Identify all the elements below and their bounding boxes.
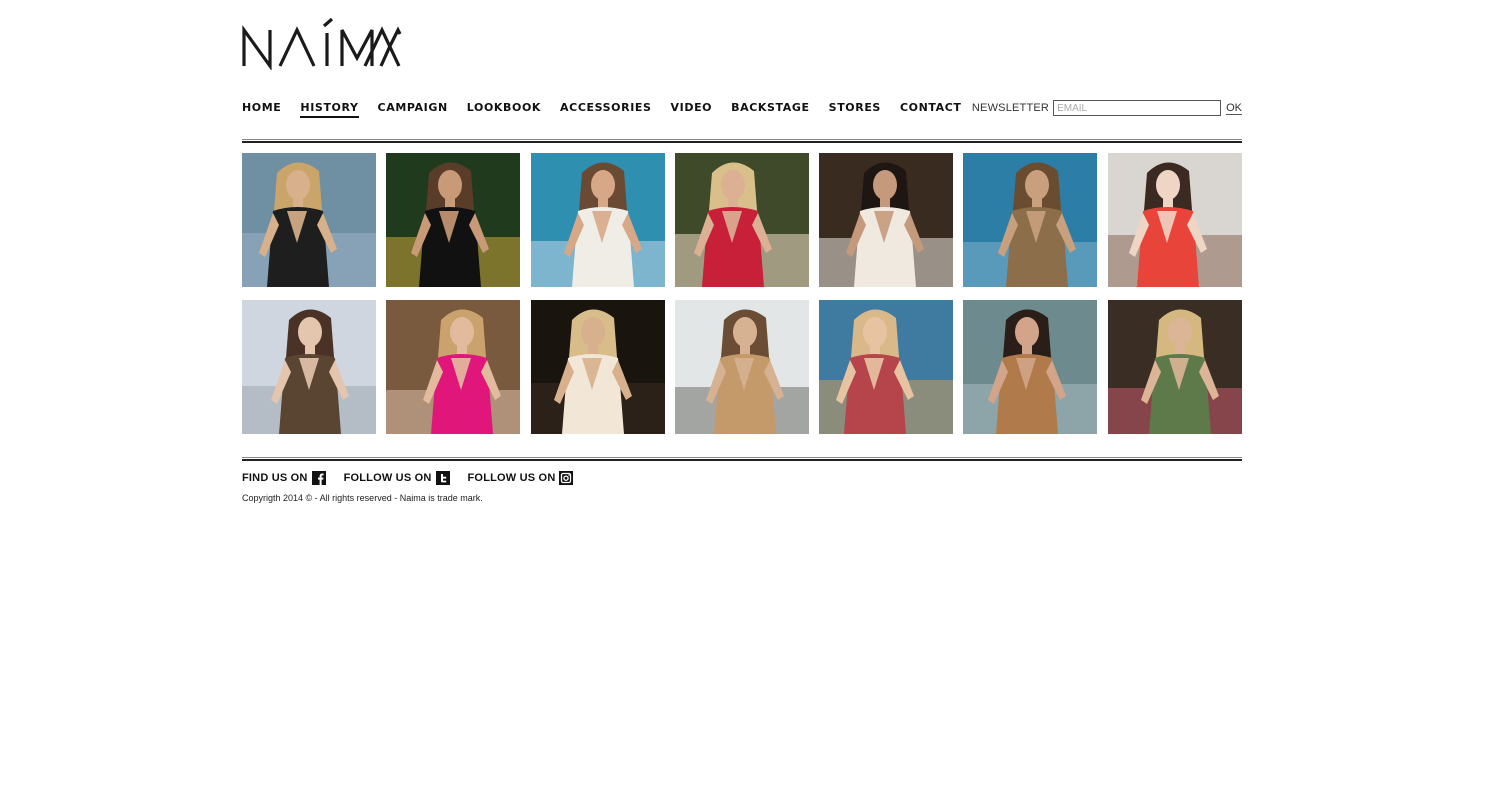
nav-item-lookbook[interactable]: LOOKBOOK — [467, 101, 541, 118]
newsletter-form: NEWSLETTER OK — [972, 100, 1242, 116]
model-photo-image — [1107, 153, 1242, 287]
nav-item-stores[interactable]: STORES — [829, 101, 881, 118]
twitter-link-label: FOLLOW US ON — [343, 472, 432, 484]
copyright-text: Copyrigth 2014 © - All rights reserved -… — [242, 493, 483, 503]
photo-gallery — [242, 153, 1242, 434]
model-photo-image — [674, 153, 809, 287]
model-photo-image — [386, 153, 521, 287]
gallery-photo[interactable] — [1107, 300, 1242, 434]
twitter-icon — [435, 471, 450, 485]
model-photo-image — [530, 153, 665, 287]
model-photo-image — [242, 153, 376, 287]
gallery-photo[interactable] — [674, 153, 809, 287]
main-nav: HOME HISTORY CAMPAIGN LOOKBOOK ACCESSORI… — [242, 101, 981, 118]
gallery-photo[interactable] — [963, 300, 1098, 434]
nav-item-contact[interactable]: CONTACT — [900, 101, 962, 118]
model-photo-image — [674, 300, 809, 434]
gallery-photo[interactable] — [386, 300, 521, 434]
model-photo-image — [530, 300, 665, 434]
header-divider — [242, 139, 1242, 143]
model-photo-image — [386, 300, 521, 434]
facebook-link-label: FIND US ON — [242, 472, 308, 484]
model-photo-image — [963, 153, 1098, 287]
nav-item-campaign[interactable]: CAMPAIGN — [378, 101, 448, 118]
newsletter-submit-button[interactable]: OK — [1226, 102, 1242, 115]
model-photo-image — [963, 300, 1098, 434]
model-photo-image — [819, 153, 954, 287]
nav-item-home[interactable]: HOME — [242, 101, 281, 118]
newsletter-email-input[interactable] — [1053, 100, 1222, 116]
nav-item-video[interactable]: VIDEO — [671, 101, 713, 118]
model-photo-image — [819, 300, 954, 434]
nav-item-history[interactable]: HISTORY — [300, 101, 359, 118]
naima-logo-icon — [242, 17, 402, 71]
instagram-link[interactable]: FOLLOW US ON — [468, 471, 574, 485]
instagram-icon — [559, 471, 574, 485]
twitter-link[interactable]: FOLLOW US ON — [344, 471, 450, 485]
social-links: FIND US ON FOLLOW US ON FOLLOW US ON — [242, 471, 591, 485]
gallery-photo[interactable] — [530, 300, 665, 434]
gallery-photo[interactable] — [1107, 153, 1242, 287]
newsletter-label: NEWSLETTER — [971, 102, 1050, 114]
gallery-photo[interactable] — [530, 153, 665, 287]
model-photo-image — [1107, 300, 1242, 434]
gallery-photo[interactable] — [819, 300, 954, 434]
brand-logo[interactable] — [242, 17, 402, 71]
nav-item-backstage[interactable]: BACKSTAGE — [731, 101, 810, 118]
instagram-link-label: FOLLOW US ON — [467, 472, 556, 484]
nav-item-accessories[interactable]: ACCESSORIES — [560, 101, 651, 118]
gallery-photo[interactable] — [674, 300, 809, 434]
gallery-photo[interactable] — [242, 153, 376, 287]
gallery-photo[interactable] — [386, 153, 521, 287]
footer-divider — [242, 457, 1242, 461]
facebook-icon — [311, 471, 326, 485]
facebook-link[interactable]: FIND US ON — [242, 471, 326, 485]
gallery-photo[interactable] — [819, 153, 954, 287]
model-photo-image — [242, 300, 376, 434]
gallery-photo[interactable] — [242, 300, 376, 434]
gallery-photo[interactable] — [963, 153, 1098, 287]
